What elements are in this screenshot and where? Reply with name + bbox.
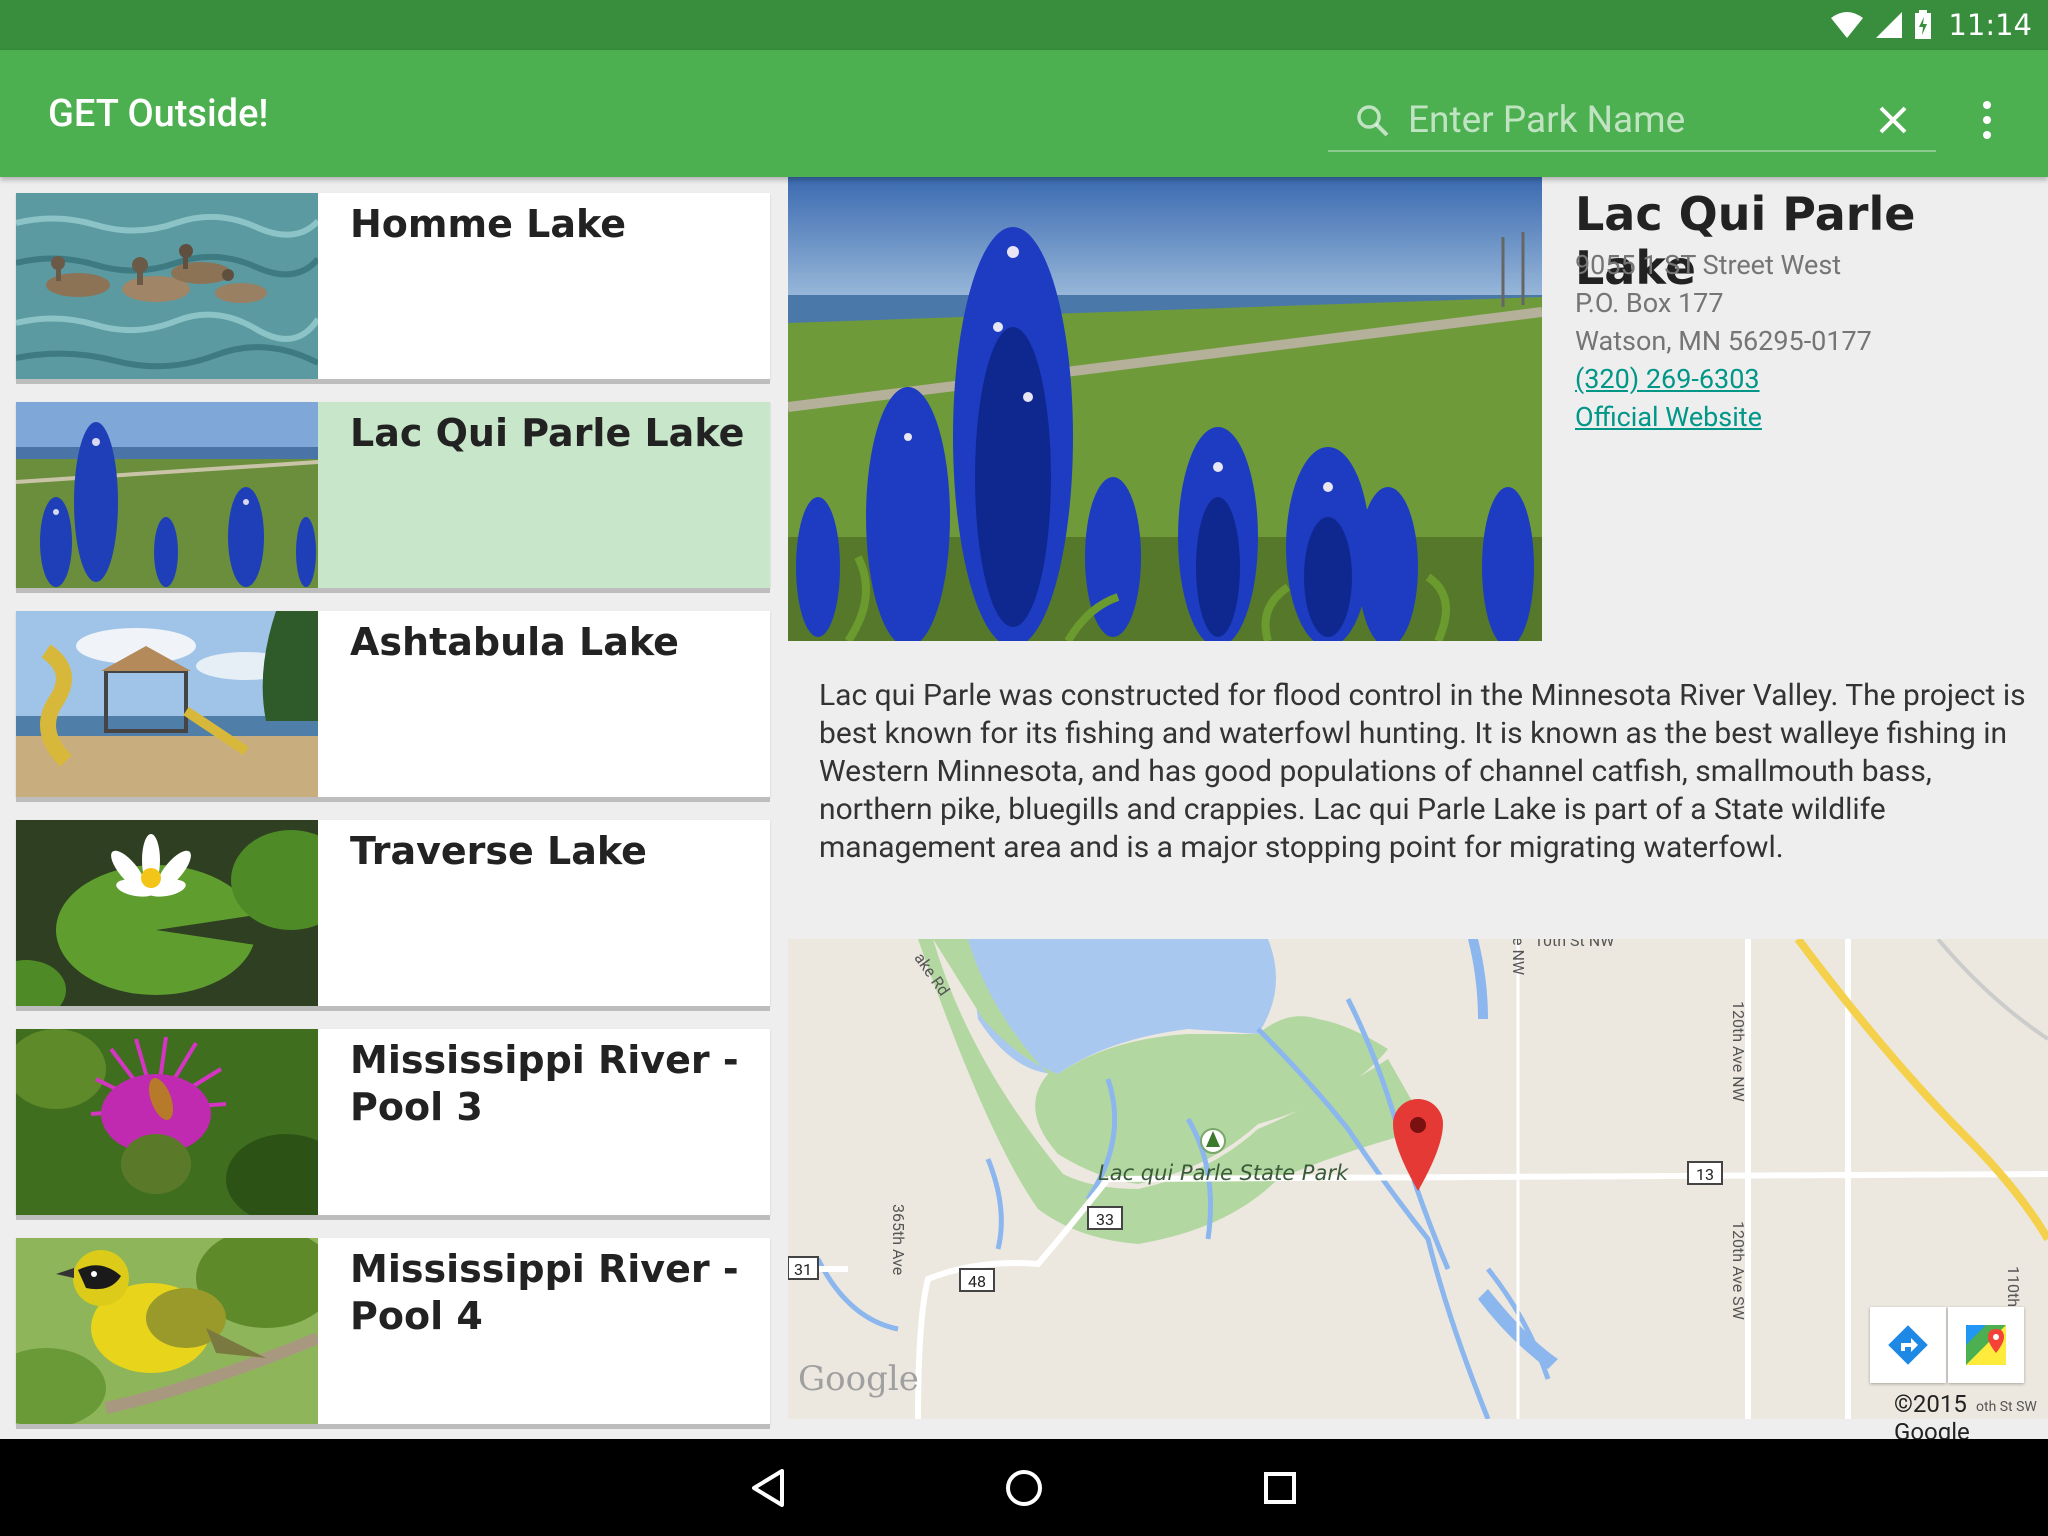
status-time: 11:14 (1948, 8, 2032, 42)
park-name: Traverse Lake (350, 829, 647, 873)
park-thumbnail-bluebonnets (16, 402, 318, 588)
park-thumbnail-yellow-bird (16, 1238, 318, 1424)
app-bar: GET Outside! (0, 50, 2048, 177)
park-thumbnail-thistle (16, 1029, 318, 1215)
park-name: Ashtabula Lake (350, 620, 679, 664)
map-road-label: 120th Ave NW (1729, 1001, 1748, 1102)
wifi-icon (1831, 12, 1864, 38)
park-card-lac-qui-parle-lake[interactable]: Lac Qui Parle Lake (16, 402, 770, 588)
map-road-label: 110th (2004, 1266, 2023, 1308)
search-box[interactable] (1328, 90, 1936, 152)
address-line-2: P.O. Box 177 (1575, 287, 1724, 319)
status-bar: 11:14 (0, 0, 2048, 50)
address-line-1: 9055 1 ST Street West (1575, 249, 1842, 281)
park-name: Mississippi River - Pool 3 (350, 1038, 739, 1129)
route-shield: 33 (1096, 1210, 1114, 1229)
park-description: Lac qui Parle was constructed for flood … (819, 678, 2026, 865)
park-card-traverse-lake[interactable]: Traverse Lake (16, 820, 770, 1006)
map-road-label: 365th Ave (889, 1204, 908, 1276)
park-map[interactable]: Lac qui Parle State Park ake Rd 365th Av… (788, 939, 2048, 1419)
recents-icon[interactable] (1255, 1463, 1305, 1513)
park-thumbnail-ducks (16, 193, 318, 379)
park-card-mississippi-river-pool-3[interactable]: Mississippi River - Pool 3 (16, 1029, 770, 1215)
google-maps-icon (1966, 1325, 2006, 1365)
route-shield: 48 (968, 1272, 986, 1291)
route-shield: 13 (1696, 1165, 1714, 1184)
battery-charging-icon (1915, 10, 1932, 39)
directions-icon (1888, 1325, 1928, 1365)
close-icon[interactable] (1873, 100, 1913, 140)
google-logo: Google (798, 1359, 919, 1399)
home-icon[interactable] (999, 1463, 1049, 1513)
navigation-bar (0, 1439, 2048, 1536)
park-hero-image (788, 177, 1542, 641)
park-card-ashtabula-lake[interactable]: Ashtabula Lake (16, 611, 770, 797)
map-road-label: 120th Ave SW (1729, 1221, 1748, 1320)
park-name: Lac Qui Parle Lake (350, 411, 745, 455)
park-name: Mississippi River - Pool 4 (350, 1247, 739, 1338)
park-card-mississippi-river-pool-4[interactable]: Mississippi River - Pool 4 (16, 1238, 770, 1424)
address-line-3: Watson, MN 56295-0177 (1575, 325, 1872, 357)
park-thumbnail-playground (16, 611, 318, 797)
phone-link[interactable]: (320) 269-6303 (1575, 363, 1760, 395)
map-copyright: ©2015 Google (1894, 1390, 1970, 1446)
app-title: GET Outside! (48, 92, 269, 136)
overflow-menu-icon[interactable] (1972, 90, 2002, 150)
official-website-link[interactable]: Official Website (1575, 401, 1762, 433)
search-input[interactable] (1406, 96, 1830, 144)
search-icon (1357, 105, 1389, 137)
back-icon[interactable] (744, 1463, 794, 1513)
open-in-maps-button[interactable] (1948, 1307, 2024, 1383)
map-park-label: Lac qui Parle State Park (1098, 1161, 1349, 1185)
cell-signal-icon (1876, 12, 1903, 38)
directions-button[interactable] (1870, 1307, 1946, 1383)
park-card-homme-lake[interactable]: Homme Lake (16, 193, 770, 379)
park-name: Homme Lake (350, 202, 626, 246)
park-detail: Lac Qui Parle Lake 9055 1 ST Street West… (788, 177, 2048, 1439)
map-road-label: 10th St NW (1534, 939, 1615, 950)
park-thumbnail-water-lily (16, 820, 318, 1006)
map-road-label: e NW (1509, 939, 1528, 976)
route-shield: 31 (794, 1260, 812, 1279)
